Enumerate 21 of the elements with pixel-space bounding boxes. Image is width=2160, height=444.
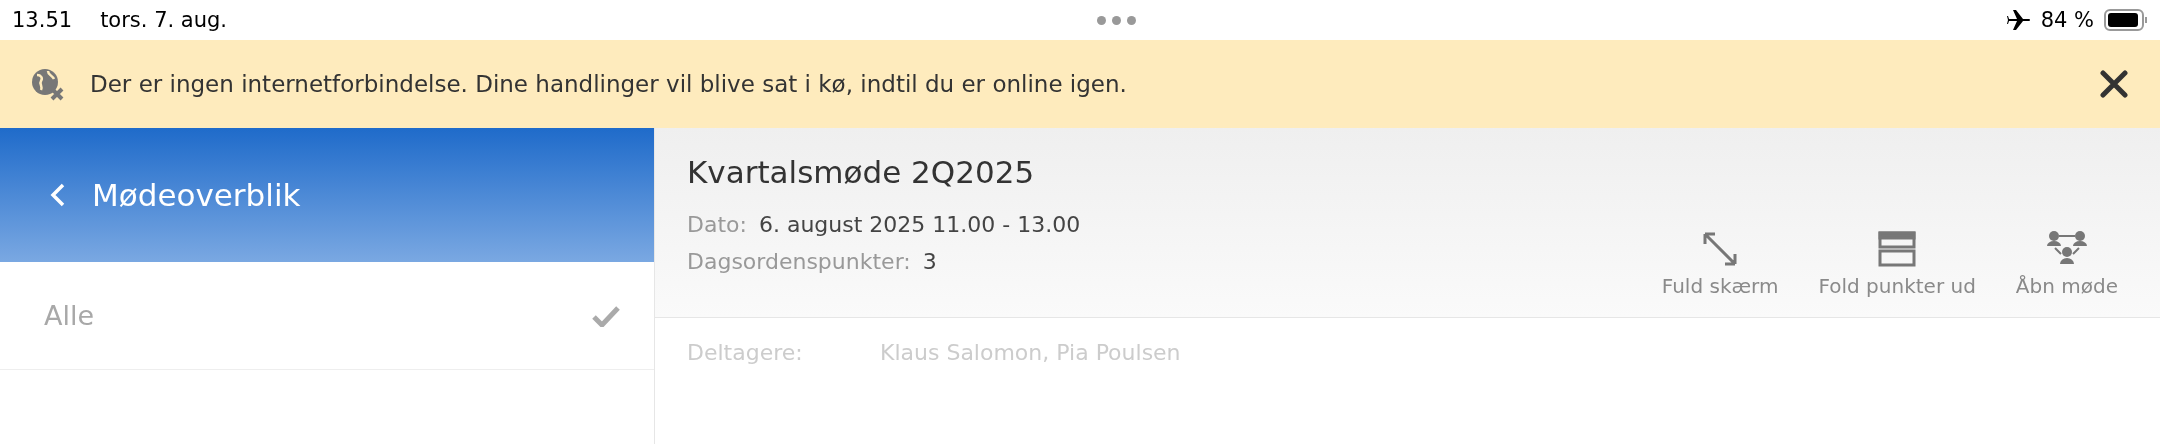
globe-offline-icon <box>30 67 64 101</box>
battery-percentage: 84 % <box>2040 8 2094 32</box>
expand-arrows-icon <box>1701 230 1740 268</box>
check-icon <box>592 304 620 327</box>
multitasking-dots-icon[interactable] <box>1097 15 1137 25</box>
back-button[interactable] <box>50 182 66 208</box>
field-value: 3 <box>922 248 937 276</box>
meeting-title: Kvartalsmøde 2Q2025 <box>687 154 1036 190</box>
status-time: 13.51 <box>12 8 73 32</box>
status-date: tors. 7. aug. <box>100 8 228 32</box>
battery-icon <box>2104 9 2148 31</box>
split-rows-icon <box>1878 230 1917 268</box>
toolbar-button[interactable]: Fuld skærm <box>1661 230 1779 317</box>
toolbar-button[interactable]: Fold punkter ud <box>1818 230 1976 317</box>
close-button[interactable] <box>2098 68 2130 100</box>
toolbar-button[interactable]: Åbn møde <box>2015 230 2118 317</box>
offline-message: Der er ingen internetforbindelse. Dine handlinger vil blive sat i kø, indtil du er online igen. <box>90 71 1128 97</box>
field-label: Dato: <box>687 211 747 239</box>
field-value: 6. august 2025 11.00 - 13.00 <box>758 211 1081 239</box>
field-label: Dagsordenspunkter: <box>687 248 911 276</box>
sidebar-title: Mødeoverblik <box>92 177 301 213</box>
